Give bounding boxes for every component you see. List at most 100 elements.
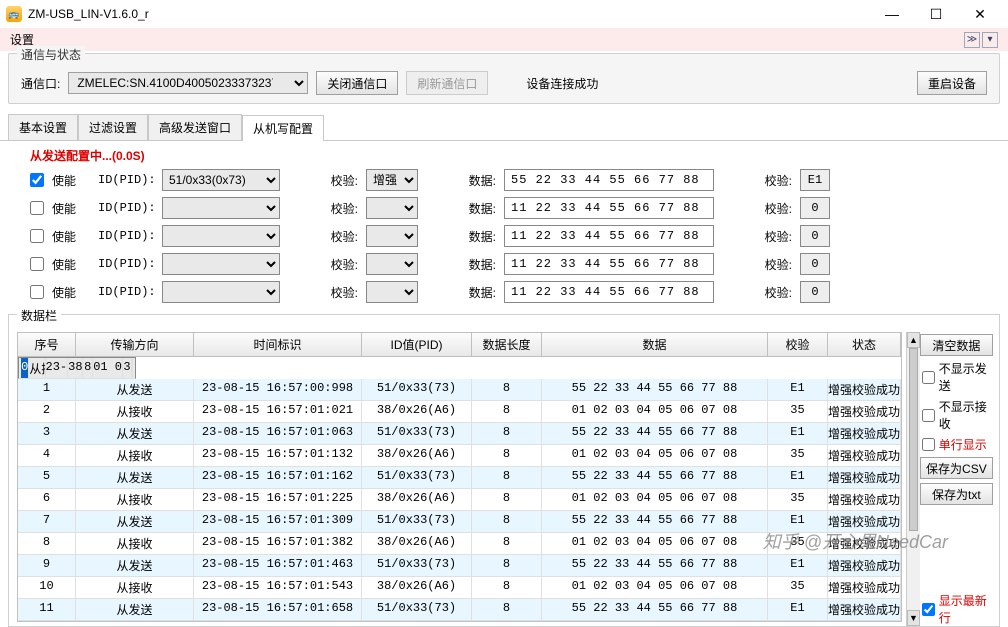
cfg-row-0: 使能ID(PID):51/0x33(0x73)校验:增强数据:校验: bbox=[30, 166, 988, 194]
comm-port-label: 通信口: bbox=[21, 75, 60, 92]
app-icon: 🚌 bbox=[6, 6, 22, 22]
id-select[interactable] bbox=[162, 253, 280, 275]
collapse-icon[interactable]: ≫ bbox=[964, 32, 980, 48]
save-txt-button[interactable]: 保存为txt bbox=[920, 483, 993, 505]
enable-check[interactable] bbox=[30, 173, 44, 187]
check-select[interactable] bbox=[366, 197, 418, 219]
data-input[interactable] bbox=[504, 197, 714, 219]
hide-send-check[interactable]: 不显示发送 bbox=[920, 360, 993, 394]
cell: 23-08-15 16:57:01:225 bbox=[194, 489, 362, 510]
comm-port-select[interactable]: ZMELEC:SN.4100D40050233373237373314 bbox=[68, 72, 308, 94]
scroll-thumb[interactable] bbox=[909, 348, 918, 531]
data-input[interactable] bbox=[504, 281, 714, 303]
tab-3[interactable]: 从机写配置 bbox=[242, 115, 324, 141]
check-select[interactable] bbox=[366, 281, 418, 303]
cell: 8 bbox=[472, 467, 542, 488]
tab-1[interactable]: 过滤设置 bbox=[78, 114, 148, 140]
titlebar: 🚌 ZM-USB_LIN-V1.6.0_r — ☐ ✕ bbox=[0, 0, 1008, 28]
maximize-button[interactable]: ☐ bbox=[914, 0, 958, 28]
data-input[interactable] bbox=[504, 253, 714, 275]
check-select[interactable] bbox=[366, 225, 418, 247]
cell: 55 22 33 44 55 66 77 88 bbox=[542, 379, 768, 400]
cell: 51/0x33(73) bbox=[362, 467, 472, 488]
cell: 6 bbox=[18, 489, 76, 510]
data-grid[interactable]: 序号传输方向时间标识ID值(PID)数据长度数据校验状态 0从接收23-08-1… bbox=[17, 332, 902, 622]
comm-group-title: 通信与状态 bbox=[17, 46, 85, 63]
check-select[interactable] bbox=[366, 253, 418, 275]
col-header[interactable]: 数据 bbox=[542, 333, 768, 356]
id-select[interactable] bbox=[162, 281, 280, 303]
enable-check[interactable] bbox=[30, 285, 44, 299]
cell: E1 bbox=[768, 599, 828, 620]
id-select[interactable] bbox=[162, 225, 280, 247]
col-header[interactable]: 时间标识 bbox=[194, 333, 362, 356]
table-row[interactable]: 11从发送23-08-15 16:57:01:65851/0x33(73)855… bbox=[18, 599, 901, 621]
cell: 55 22 33 44 55 66 77 88 bbox=[542, 555, 768, 576]
table-row[interactable]: 10从接收23-08-15 16:57:01:54338/0x26(A6)801… bbox=[18, 577, 901, 599]
enable-label: 使能 bbox=[52, 228, 90, 245]
table-row[interactable]: 2从接收23-08-15 16:57:01:02138/0x26(A6)801 … bbox=[18, 401, 901, 423]
data-input[interactable] bbox=[504, 225, 714, 247]
scroll-down-icon[interactable]: ▼ bbox=[907, 610, 920, 626]
enable-check[interactable] bbox=[30, 229, 44, 243]
cell: 增强校验成功 bbox=[132, 358, 133, 378]
check-value bbox=[800, 169, 830, 191]
id-select[interactable] bbox=[162, 197, 280, 219]
config-title: 从发送配置中...(0.0S) bbox=[30, 145, 988, 166]
cell: 8 bbox=[472, 599, 542, 620]
minimize-button[interactable]: — bbox=[870, 0, 914, 28]
cell: 从发送 bbox=[76, 599, 194, 620]
cell: 2 bbox=[18, 401, 76, 422]
data-input[interactable] bbox=[504, 169, 714, 191]
col-header[interactable]: 数据长度 bbox=[472, 333, 542, 356]
table-row[interactable]: 3从发送23-08-15 16:57:01:06351/0x33(73)855 … bbox=[18, 423, 901, 445]
col-header[interactable]: 序号 bbox=[18, 333, 76, 356]
cell: 8 bbox=[472, 489, 542, 510]
table-row[interactable]: 6从接收23-08-15 16:57:01:22538/0x26(A6)801 … bbox=[18, 489, 901, 511]
cell: 01 02 03 04 05 06 07 08 bbox=[93, 358, 123, 378]
clear-data-button[interactable]: 清空数据 bbox=[920, 334, 993, 356]
cell: 23-08-15 16:57:01:162 bbox=[194, 467, 362, 488]
restart-device-button[interactable]: 重启设备 bbox=[917, 71, 987, 95]
data-label: 数据: bbox=[456, 256, 496, 273]
side-panel: 清空数据 不显示发送 不显示接收 单行显示 保存为CSV 保存为txt 显示最新… bbox=[920, 332, 999, 626]
table-row[interactable]: 8从接收23-08-15 16:57:01:38238/0x26(A6)801 … bbox=[18, 533, 901, 555]
cell: 从接收 bbox=[76, 489, 194, 510]
vertical-scrollbar[interactable]: ▲ ▼ bbox=[906, 332, 920, 626]
cfg-row-4: 使能ID(PID):校验:数据:校验: bbox=[30, 278, 988, 306]
table-row[interactable]: 0从接收23-08-15 16:57:00:97238/0x26(A6)801 … bbox=[18, 357, 136, 379]
cell: 01 02 03 04 05 06 07 08 bbox=[542, 533, 768, 554]
save-csv-button[interactable]: 保存为CSV bbox=[920, 457, 993, 479]
hide-recv-check[interactable]: 不显示接收 bbox=[920, 398, 993, 432]
check-select[interactable]: 增强 bbox=[366, 169, 418, 191]
single-line-check[interactable]: 单行显示 bbox=[920, 436, 993, 453]
table-row[interactable]: 7从发送23-08-15 16:57:01:30951/0x33(73)855 … bbox=[18, 511, 901, 533]
enable-check[interactable] bbox=[30, 257, 44, 271]
cell: 8 bbox=[472, 445, 542, 466]
show-latest-check[interactable]: 显示最新行 bbox=[920, 592, 993, 626]
tab-2[interactable]: 高级发送窗口 bbox=[148, 114, 242, 140]
col-header[interactable]: ID值(PID) bbox=[362, 333, 472, 356]
scroll-up-icon[interactable]: ▲ bbox=[907, 332, 920, 348]
comm-group: 通信与状态 通信口: ZMELEC:SN.4100D40050233373237… bbox=[8, 53, 1000, 104]
table-row[interactable]: 5从发送23-08-15 16:57:01:16251/0x33(73)855 … bbox=[18, 467, 901, 489]
close-button[interactable]: ✕ bbox=[958, 0, 1002, 28]
cell: 7 bbox=[18, 511, 76, 532]
check-value bbox=[800, 281, 830, 303]
tab-0[interactable]: 基本设置 bbox=[8, 114, 78, 140]
col-header[interactable]: 校验 bbox=[768, 333, 828, 356]
check-val-label: 校验: bbox=[752, 256, 792, 273]
enable-check[interactable] bbox=[30, 201, 44, 215]
cell: 23-08-15 16:57:01:658 bbox=[194, 599, 362, 620]
col-header[interactable]: 传输方向 bbox=[76, 333, 194, 356]
close-port-button[interactable]: 关闭通信口 bbox=[316, 71, 398, 95]
table-row[interactable]: 4从接收23-08-15 16:57:01:13238/0x26(A6)801 … bbox=[18, 445, 901, 467]
data-label: 数据: bbox=[456, 172, 496, 189]
col-header[interactable]: 状态 bbox=[828, 333, 901, 356]
cell: 8 bbox=[472, 511, 542, 532]
table-row[interactable]: 9从发送23-08-15 16:57:01:46351/0x33(73)855 … bbox=[18, 555, 901, 577]
table-row[interactable]: 1从发送23-08-15 16:57:00:99851/0x33(73)855 … bbox=[18, 379, 901, 401]
dropdown-icon[interactable]: ▾ bbox=[982, 32, 998, 48]
id-select[interactable]: 51/0x33(0x73) bbox=[162, 169, 280, 191]
cell: 从接收 bbox=[76, 401, 194, 422]
